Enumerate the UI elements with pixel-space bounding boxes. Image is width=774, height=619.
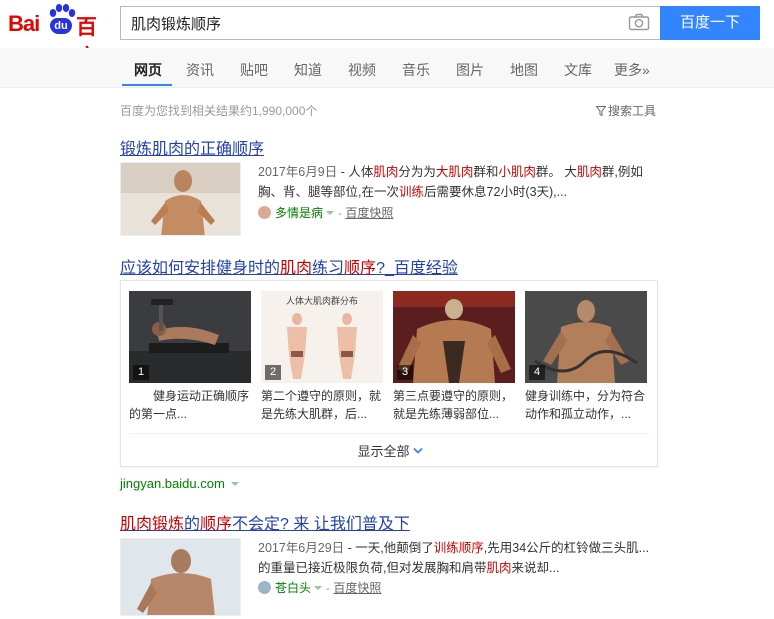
result-snippet: 2017年6月9日 - 人体肌肉分为为大肌肉群和小肌肉群。 大肌肉群,例如胸、背… <box>258 165 643 199</box>
step-image-caption: 人体大肌肉群分布 <box>285 296 358 306</box>
step-image: 4 <box>525 291 647 383</box>
title-highlight: 肌肉锻炼 <box>120 516 185 533</box>
search-button[interactable]: 百度一下 <box>660 6 760 40</box>
logo-latin: Bai <box>8 11 40 36</box>
baidu-logo[interactable]: Bai du 百度 <box>8 4 112 69</box>
result-thumbnail[interactable] <box>120 162 241 236</box>
tab-tieba[interactable]: 贴吧 <box>240 60 268 80</box>
logo-du: du <box>50 18 72 34</box>
header: Bai du 百度 百度一下 <box>0 0 774 69</box>
active-tab-indicator <box>122 84 172 86</box>
result-thumbnail[interactable] <box>120 538 241 616</box>
step-text: 第二个遵守的原则，就是先练大肌群，后... <box>261 389 382 421</box>
tab-wenku[interactable]: 文库 <box>564 60 592 80</box>
step-text: 健身训练中，分为符合动作和孤立动作，... <box>525 389 646 421</box>
result-title[interactable]: 应该如何安排健身时的肌肉练习顺序?_百度经验 <box>120 254 458 278</box>
snippet-highlight: 肌肉 <box>486 561 512 575</box>
snapshot-link[interactable]: 百度快照 <box>345 206 393 220</box>
thumbnail-image <box>121 539 240 615</box>
title-highlight: 顺序 <box>200 516 233 533</box>
source-name[interactable]: 苍白头 <box>275 581 311 595</box>
title-text: 的 <box>184 516 201 533</box>
tab-images[interactable]: 图片 <box>456 60 484 80</box>
tab-maps[interactable]: 地图 <box>510 60 538 80</box>
snippet-highlight: 肌肉 <box>576 165 602 179</box>
result-source: 苍白头 - 百度快照 <box>258 579 381 596</box>
step-item[interactable]: 人体大肌肉群分布 2 第二个遵守的原则，就是先练大肌群，后... <box>261 291 383 423</box>
result-title[interactable]: 锻炼肌肉的正确顺序 <box>120 135 264 159</box>
avatar <box>258 581 271 594</box>
tab-more[interactable]: 更多» <box>614 60 650 80</box>
snippet-text: 群。 大 <box>535 165 577 179</box>
title-text: 应该如何安排健身时的 <box>120 260 281 277</box>
step-number: 4 <box>529 365 545 380</box>
snippet-highlight: 训练顺序 <box>433 541 484 555</box>
tab-video[interactable]: 视频 <box>348 60 376 80</box>
step-number: 2 <box>265 365 281 380</box>
step-text: 第三点要遵守的原则，就是先练薄弱部位... <box>393 389 514 421</box>
step-item[interactable]: 3 第三点要遵守的原则，就是先练薄弱部位... <box>393 291 515 423</box>
snippet-text: 后需要休息72小时(3天),... <box>424 185 568 199</box>
avatar <box>258 206 271 219</box>
url-text[interactable]: jingyan.baidu.com <box>120 476 225 491</box>
tab-zhidao[interactable]: 知道 <box>294 60 322 80</box>
source-name[interactable]: 多情是病 <box>275 206 323 220</box>
result-snippet: 2017年6月29日 - 一天,他颠倒了训练顺序,先用34公斤的杠铃做三头肌..… <box>258 541 650 575</box>
show-all-button[interactable]: 显示全部 <box>121 441 659 460</box>
step-text: 健身运动正确顺序的第一点... <box>129 389 250 421</box>
thumbnail-image <box>121 163 240 235</box>
caret-down-icon[interactable] <box>230 482 239 486</box>
snippet-highlight: 大肌肉 <box>435 165 474 179</box>
snippet-text: 分为为 <box>398 165 436 179</box>
search-input[interactable] <box>120 6 660 40</box>
search-tools-label: 搜索工具 <box>608 104 657 118</box>
title-text: ?_百度经验 <box>376 260 458 277</box>
result-source: 多情是病 - 百度快照 <box>258 204 393 221</box>
snippet-highlight: 小肌肉 <box>498 165 536 179</box>
show-all-label: 显示全部 <box>357 444 410 459</box>
tab-web[interactable]: 网页 <box>134 60 162 80</box>
step-number: 3 <box>397 365 413 380</box>
snippet-text: 群和 <box>473 165 499 179</box>
step-item[interactable]: 4 健身训练中，分为符合动作和孤立动作，... <box>525 291 647 423</box>
snippet-highlight: 肌肉 <box>373 165 399 179</box>
divider <box>129 433 649 434</box>
steps-card: 1 健身运动正确顺序的第一点... 人体大肌肉群分布 2 第二个遵守的原则，就是… <box>120 280 658 467</box>
result-date: 2017年6月9日 <box>258 165 338 179</box>
title-highlight: 肌肉 <box>280 260 313 277</box>
tab-bar: 网页 资讯 贴吧 知道 视频 音乐 图片 地图 文库 更多» <box>0 48 774 88</box>
snippet-text: 人体 <box>348 165 374 179</box>
snippet-highlight: 训练 <box>398 185 424 199</box>
step-image: 3 <box>393 291 515 383</box>
tab-music[interactable]: 音乐 <box>402 60 430 80</box>
camera-icon[interactable] <box>628 13 650 31</box>
title-highlight: 顺序 <box>344 260 377 277</box>
title-text: 不会定? 来 让我们普及下 <box>232 516 410 533</box>
caret-down-icon[interactable] <box>314 586 323 590</box>
snippet-text: 一天,他颠倒了 <box>355 541 434 555</box>
result-title[interactable]: 肌肉锻炼的顺序不会定? 来 让我们普及下 <box>120 510 410 534</box>
step-image: 1 <box>129 291 251 383</box>
result-url: jingyan.baidu.com <box>120 476 239 491</box>
chevron-down-icon <box>412 447 423 454</box>
snippet-text: 来说却... <box>511 561 560 575</box>
step-number: 1 <box>133 365 149 380</box>
snapshot-link[interactable]: 百度快照 <box>333 581 381 595</box>
step-image: 人体大肌肉群分布 2 <box>261 291 383 383</box>
search-tools[interactable]: 搜索工具 <box>596 102 656 119</box>
step-item[interactable]: 1 健身运动正确顺序的第一点... <box>129 291 251 423</box>
tab-news[interactable]: 资讯 <box>186 60 214 80</box>
caret-down-icon[interactable] <box>326 211 335 215</box>
result-count: 百度为您找到相关结果约1,990,000个 <box>120 104 318 118</box>
filter-icon <box>596 106 606 116</box>
title-text: 练习 <box>312 260 345 277</box>
result-date: 2017年6月29日 <box>258 541 345 555</box>
